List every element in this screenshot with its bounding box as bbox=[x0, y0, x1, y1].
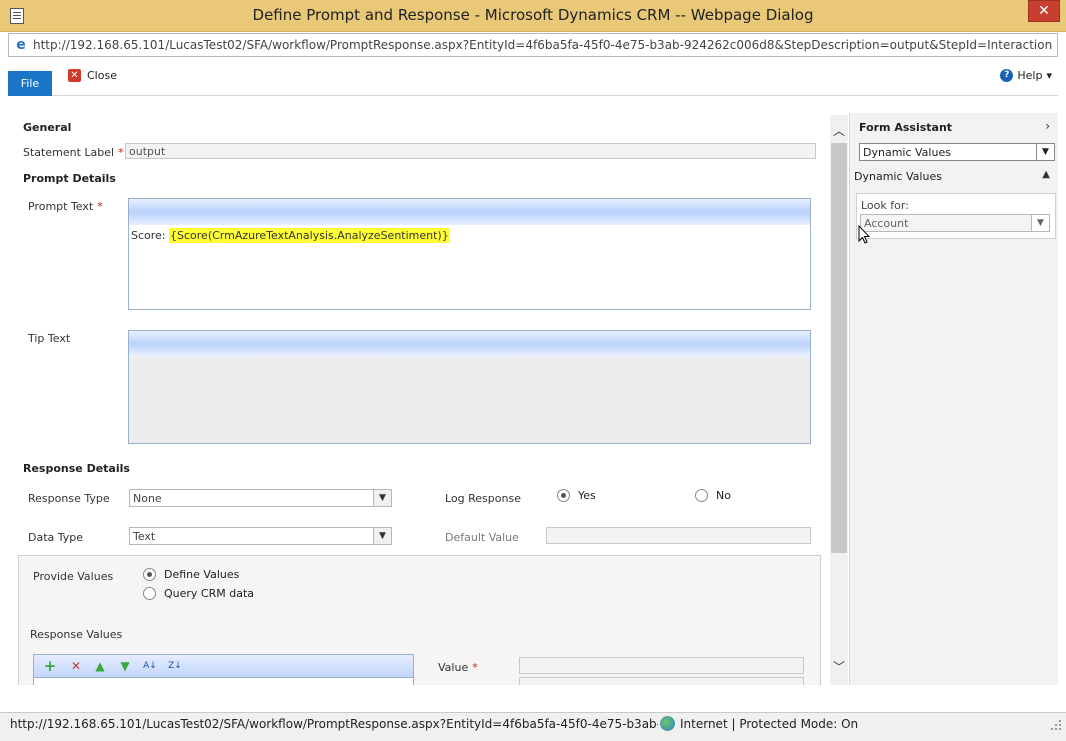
status-url: http://192.168.65.101/LucasTest02/SFA/wo… bbox=[10, 717, 658, 731]
tip-text-label: Tip Text bbox=[28, 332, 71, 345]
log-response-no-radio[interactable]: No bbox=[695, 489, 731, 502]
prompt-details-section-title: Prompt Details bbox=[23, 172, 116, 185]
chevron-down-icon: ▼ bbox=[1036, 144, 1054, 160]
provide-values-label: Provide Values bbox=[33, 570, 114, 583]
form-assistant-panel: Form Assistant › Dynamic Values ▼ Dynami… bbox=[849, 113, 1058, 685]
tip-editor-toolbar bbox=[129, 331, 810, 357]
globe-icon bbox=[660, 716, 675, 731]
response-values-label: Response Values bbox=[30, 628, 123, 641]
help-command[interactable]: ? Help ▾ bbox=[1000, 69, 1052, 82]
response-details-section-title: Response Details bbox=[23, 462, 130, 475]
form-scrollbar[interactable]: ︿ ﹀ bbox=[830, 115, 848, 685]
response-type-select[interactable]: None ▼ bbox=[129, 489, 392, 507]
radio-unselected-icon bbox=[695, 489, 708, 502]
collapse-triangle-icon[interactable]: ▲ bbox=[1042, 169, 1050, 180]
log-response-yes-radio[interactable]: Yes bbox=[557, 489, 596, 502]
value-label: Value * bbox=[438, 661, 478, 674]
data-type-select[interactable]: Text ▼ bbox=[129, 527, 392, 545]
dynamic-values-heading: Dynamic Values bbox=[854, 170, 942, 183]
help-command-label: Help bbox=[1017, 69, 1043, 82]
ribbon: File ✕ Close ? Help ▾ bbox=[8, 58, 1058, 96]
chevron-down-icon: ▼ bbox=[1031, 215, 1049, 231]
resize-grip-icon[interactable] bbox=[1050, 719, 1062, 731]
statement-label: Statement Label * bbox=[23, 146, 124, 159]
close-icon: ✕ bbox=[68, 69, 81, 82]
tip-text-editor[interactable] bbox=[128, 330, 811, 444]
second-value-input[interactable] bbox=[519, 677, 804, 685]
status-bar: http://192.168.65.101/LucasTest02/SFA/wo… bbox=[0, 712, 1066, 741]
prompt-text-editor[interactable]: Score: {Score(CrmAzureTextAnalysis.Analy… bbox=[128, 198, 811, 310]
address-url[interactable]: http://192.168.65.101/LucasTest02/SFA/wo… bbox=[33, 38, 1053, 52]
window-title: Define Prompt and Response - Microsoft D… bbox=[252, 6, 814, 24]
window-titlebar: Define Prompt and Response - Microsoft D… bbox=[0, 0, 1066, 32]
radio-unselected-icon bbox=[143, 587, 156, 600]
value-input[interactable] bbox=[519, 657, 804, 674]
look-for-select[interactable]: Account ▼ bbox=[860, 214, 1050, 232]
address-bar[interactable]: e http://192.168.65.101/LucasTest02/SFA/… bbox=[8, 33, 1058, 57]
general-section-title: General bbox=[23, 121, 72, 134]
chevron-down-icon: ▾ bbox=[1046, 69, 1052, 82]
close-command-label: Close bbox=[87, 69, 117, 82]
response-values-grid[interactable] bbox=[33, 678, 414, 685]
radio-selected-icon bbox=[557, 489, 570, 502]
look-for-label: Look for: bbox=[861, 199, 909, 212]
data-type-label: Data Type bbox=[28, 531, 84, 544]
default-value-input[interactable] bbox=[546, 527, 811, 544]
prompt-text-content[interactable]: Score: {Score(CrmAzureTextAnalysis.Analy… bbox=[131, 228, 450, 243]
chevron-down-icon[interactable]: ﹀ bbox=[830, 659, 848, 675]
look-for-box: Look for: Account ▼ bbox=[856, 193, 1056, 239]
close-command[interactable]: ✕ Close bbox=[68, 69, 117, 82]
prompt-editor-toolbar bbox=[129, 199, 810, 225]
query-crm-data-radio[interactable]: Query CRM data bbox=[143, 587, 254, 600]
form-assistant-title: Form Assistant bbox=[859, 121, 953, 134]
arrow-down-icon[interactable]: ▼ bbox=[117, 659, 133, 673]
sort-ascending-icon[interactable]: A↓ bbox=[142, 659, 158, 673]
provide-values-panel: Provide Values Define Values Query CRM d… bbox=[18, 555, 821, 685]
delete-icon[interactable]: ✕ bbox=[68, 659, 84, 673]
chevron-up-icon[interactable]: ︿ bbox=[830, 123, 848, 139]
radio-selected-icon bbox=[143, 568, 156, 581]
scrollbar-thumb[interactable] bbox=[831, 143, 847, 553]
response-type-label: Response Type bbox=[28, 492, 110, 505]
security-zone: Internet | Protected Mode: On bbox=[680, 717, 859, 731]
form-assistant-select[interactable]: Dynamic Values ▼ bbox=[859, 143, 1055, 161]
log-response-label: Log Response bbox=[445, 492, 521, 505]
window-close-button[interactable]: ✕ bbox=[1028, 0, 1060, 22]
add-icon[interactable]: + bbox=[42, 659, 58, 674]
file-tab[interactable]: File bbox=[8, 71, 52, 96]
prompt-text-label: Prompt Text * bbox=[28, 200, 103, 213]
ie-icon: e bbox=[16, 37, 26, 53]
chevron-right-icon[interactable]: › bbox=[1045, 119, 1050, 133]
dynamic-value-token[interactable]: {Score(CrmAzureTextAnalysis.AnalyzeSenti… bbox=[169, 228, 450, 243]
statement-label-input[interactable]: output bbox=[125, 143, 816, 159]
chevron-down-icon: ▼ bbox=[373, 490, 391, 506]
default-value-label: Default Value bbox=[445, 531, 519, 544]
help-icon: ? bbox=[1000, 69, 1014, 82]
response-values-toolbar: + ✕ ▲ ▼ A↓ Z↓ bbox=[33, 654, 414, 678]
sort-descending-icon[interactable]: Z↓ bbox=[167, 659, 183, 673]
chevron-down-icon: ▼ bbox=[373, 528, 391, 544]
main-form: General Statement Label * output Prompt D… bbox=[8, 97, 830, 685]
mouse-cursor-icon bbox=[858, 225, 870, 244]
define-values-radio[interactable]: Define Values bbox=[143, 568, 239, 581]
arrow-up-icon[interactable]: ▲ bbox=[92, 659, 108, 673]
